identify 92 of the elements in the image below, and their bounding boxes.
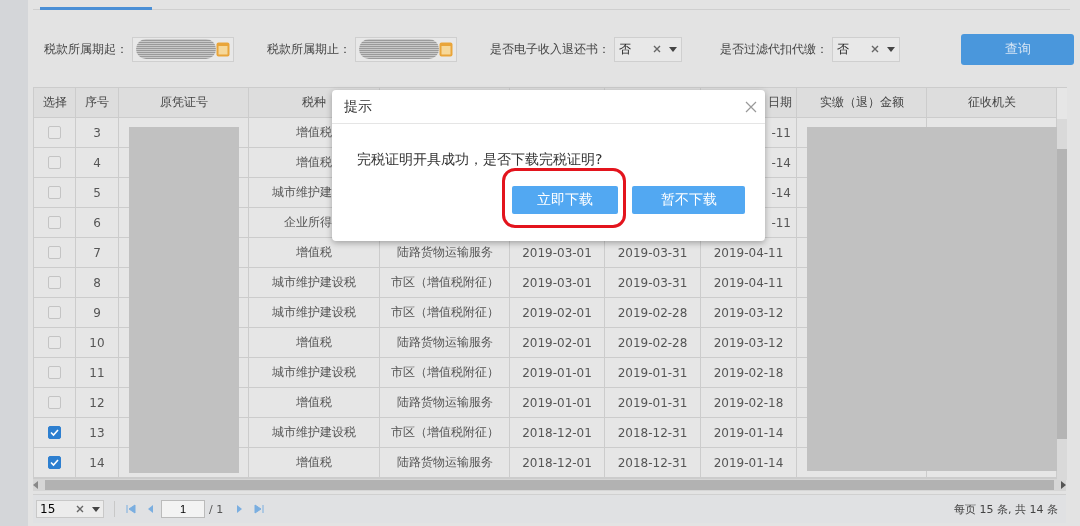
table-cell: 10 <box>76 328 119 358</box>
clear-icon[interactable] <box>76 505 84 513</box>
caret-icon[interactable] <box>887 46 895 52</box>
table-cell: 2019-01-14 <box>701 448 797 478</box>
filter-label: 是否过滤代扣代缴： <box>720 40 828 58</box>
select-field[interactable]: 否 <box>832 36 900 62</box>
page-summary: 每页 15 条, 共 14 条 <box>954 501 1058 517</box>
table-cell: 6 <box>76 208 119 238</box>
filter-label: 税款所属期止： <box>267 40 351 58</box>
table-cell: 2019-01-31 <box>605 358 701 388</box>
table-cell: 增值税 <box>249 328 380 358</box>
last-page-icon <box>253 503 266 515</box>
row-checkbox[interactable] <box>48 306 61 319</box>
first-page-icon <box>125 503 137 515</box>
table-cell: 陆路货物运输服务 <box>380 388 510 418</box>
table-cell: 2019-02-01 <box>510 328 605 358</box>
column-header: 序号 <box>76 88 119 118</box>
table-cell: 13 <box>76 418 119 448</box>
page-input[interactable]: 1 <box>161 500 205 518</box>
table-cell: 2018-12-31 <box>605 418 701 448</box>
table-cell: 陆路货物运输服务 <box>380 448 510 478</box>
row-checkbox[interactable] <box>48 366 61 379</box>
table-cell: 3 <box>76 118 119 148</box>
table-cell: 2019-03-12 <box>701 328 797 358</box>
page-size-select[interactable]: 15 <box>36 500 104 518</box>
table-cell: 城市维护建设税 <box>249 298 380 328</box>
table-cell: 2018-12-31 <box>605 448 701 478</box>
clear-icon[interactable] <box>871 45 879 53</box>
dialog-title: 提示 <box>344 97 372 116</box>
row-checkbox[interactable] <box>48 246 61 259</box>
filter-label: 税款所属期起： <box>44 40 128 58</box>
table-cell: 2019-02-18 <box>701 358 797 388</box>
table-cell: 市区（增值税附征） <box>380 418 510 448</box>
horizontal-scrollbar[interactable] <box>33 479 1066 491</box>
table-cell: 2018-12-01 <box>510 448 605 478</box>
table-cell: 2019-03-01 <box>510 268 605 298</box>
table-cell: 2019-02-18 <box>701 388 797 418</box>
table-cell: 4 <box>76 148 119 178</box>
date-field[interactable] <box>355 36 457 62</box>
scroll-left-icon[interactable] <box>33 481 39 489</box>
table-cell: 2019-02-01 <box>510 298 605 328</box>
row-checkbox[interactable] <box>48 396 61 409</box>
table-cell: 市区（增值税附征） <box>380 268 510 298</box>
row-checkbox[interactable] <box>48 426 61 439</box>
column-header: 原凭证号 <box>119 88 249 118</box>
scroll-right-icon[interactable] <box>1060 481 1066 489</box>
table-cell: 2019-03-12 <box>701 298 797 328</box>
close-icon[interactable] <box>745 100 757 113</box>
table-cell: 市区（增值税附征） <box>380 298 510 328</box>
table-cell: 2019-02-28 <box>605 298 701 328</box>
table-cell: 2018-12-01 <box>510 418 605 448</box>
caret-icon[interactable] <box>669 46 677 52</box>
table-cell: 2019-01-14 <box>701 418 797 448</box>
row-checkbox[interactable] <box>48 276 61 289</box>
table-cell: 2019-03-31 <box>605 268 701 298</box>
column-header: 实缴（退）金额 <box>797 88 927 118</box>
caret-icon[interactable] <box>92 506 100 512</box>
date-field[interactable] <box>132 36 234 62</box>
filter-label: 是否电子收入退还书： <box>490 40 610 58</box>
table-cell: 城市维护建设税 <box>249 418 380 448</box>
table-cell: 2019-01-01 <box>510 388 605 418</box>
page-total: / 1 <box>209 502 224 516</box>
row-checkbox[interactable] <box>48 216 61 229</box>
select-field[interactable]: 否 <box>614 36 682 62</box>
table-cell: 2019-04-11 <box>701 268 797 298</box>
table-cell: 2019-01-01 <box>510 358 605 388</box>
row-checkbox[interactable] <box>48 186 61 199</box>
calendar-icon <box>439 41 453 57</box>
row-checkbox[interactable] <box>48 126 61 139</box>
table-cell: 2019-01-31 <box>605 388 701 418</box>
vertical-scrollbar[interactable] <box>1057 119 1067 480</box>
row-checkbox[interactable] <box>48 156 61 169</box>
table-cell: 城市维护建设税 <box>249 358 380 388</box>
table-cell: 12 <box>76 388 119 418</box>
table-cell: 2019-02-28 <box>605 328 701 358</box>
row-checkbox[interactable] <box>48 456 61 469</box>
column-header: 选择 <box>34 88 76 118</box>
table-cell: 陆路货物运输服务 <box>380 328 510 358</box>
table-cell: 14 <box>76 448 119 478</box>
row-checkbox[interactable] <box>48 336 61 349</box>
table-cell: 增值税 <box>249 448 380 478</box>
clear-icon[interactable] <box>653 45 661 53</box>
calendar-icon <box>216 41 230 57</box>
table-cell: 7 <box>76 238 119 268</box>
table-cell: 11 <box>76 358 119 388</box>
table-cell: 增值税 <box>249 388 380 418</box>
table-cell: 5 <box>76 178 119 208</box>
table-cell: 城市维护建设税 <box>249 268 380 298</box>
table-cell: 9 <box>76 298 119 328</box>
table-cell: 8 <box>76 268 119 298</box>
column-header: 征收机关 <box>927 88 1057 118</box>
table-cell: 市区（增值税附征） <box>380 358 510 388</box>
